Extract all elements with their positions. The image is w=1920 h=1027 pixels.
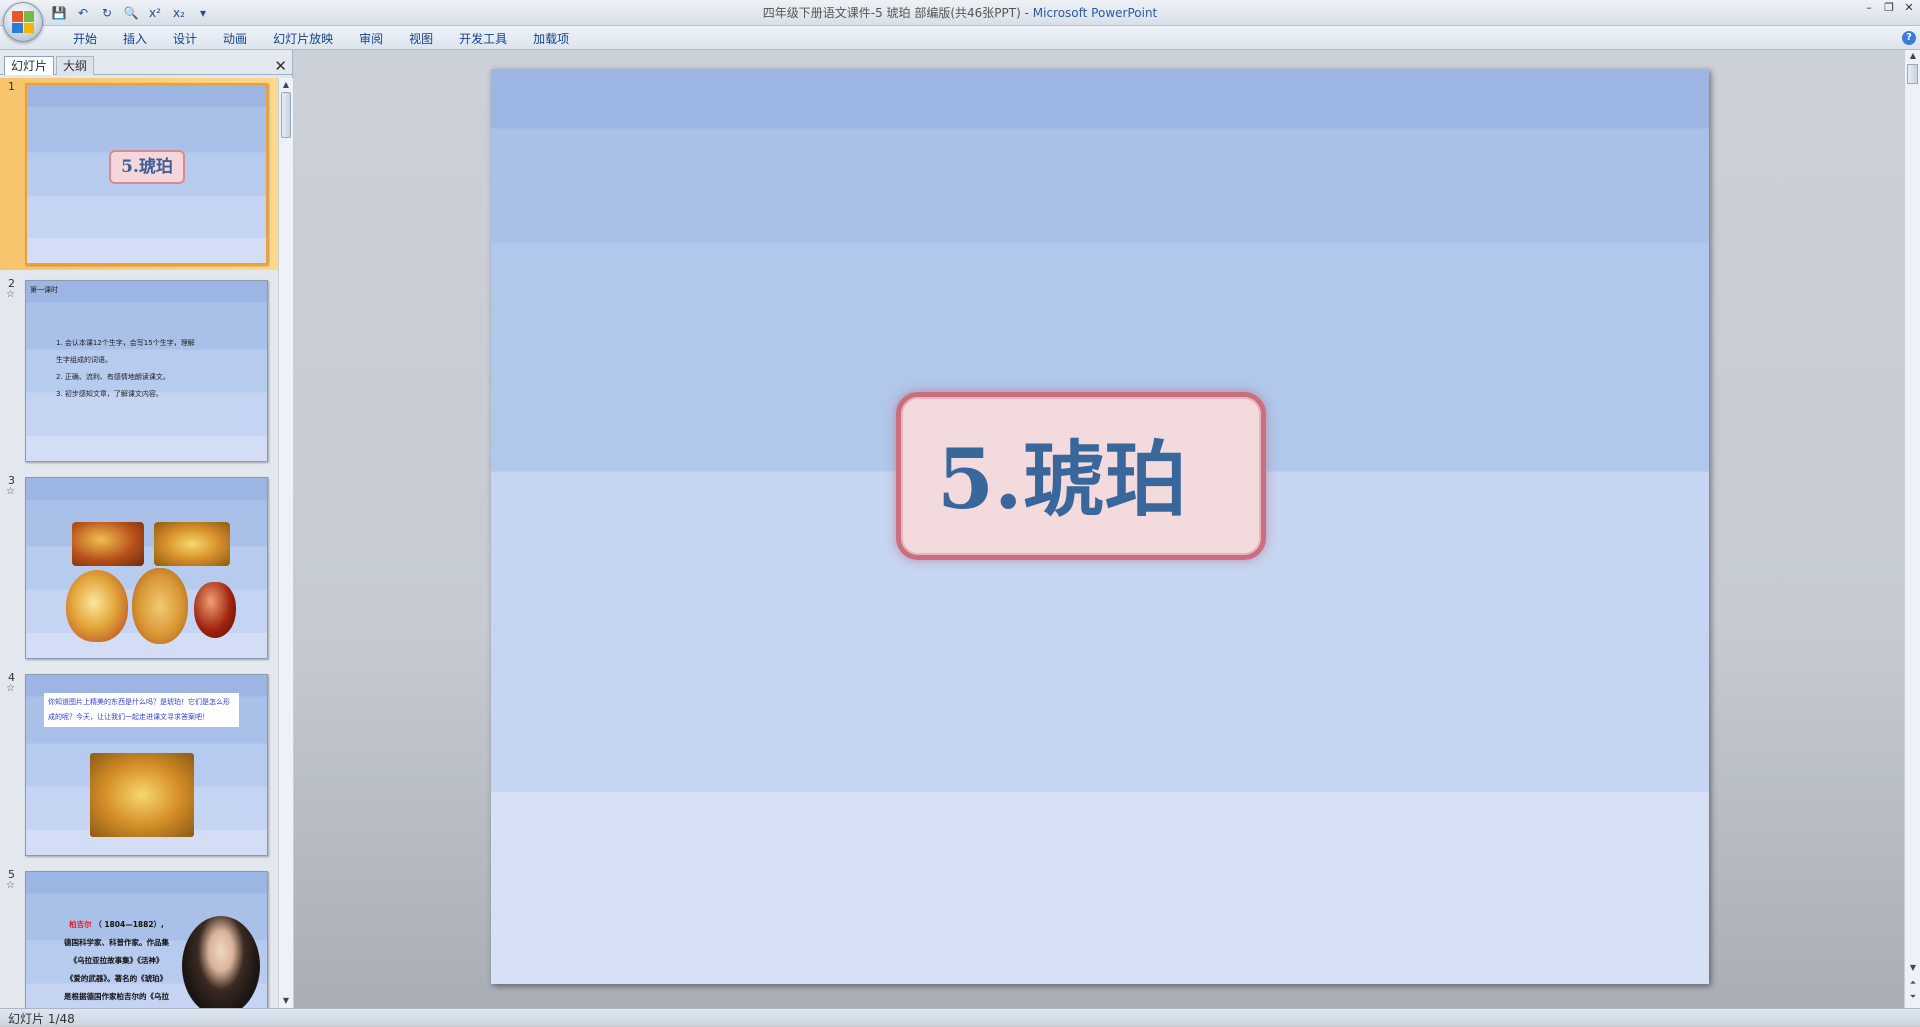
help-icon[interactable]: ? bbox=[1902, 31, 1916, 45]
close-icon[interactable]: ✕ bbox=[1900, 0, 1918, 14]
thumbnail-header: 第一课时 bbox=[30, 286, 58, 294]
thumbnail-title: 5.琥珀 bbox=[109, 150, 185, 184]
office-button[interactable] bbox=[3, 2, 43, 42]
thumbnail-list: 1 5.琥珀 2 ☆ 第一课时 1. 会认本课12个生字，会写15个生字，理解 … bbox=[0, 78, 278, 1008]
thumbnail-list-text: 1. 会认本课12个生字，会写15个生字，理解 生字组成的词语。 2. 正确、流… bbox=[56, 335, 256, 403]
scroll-down-icon[interactable]: ▼ bbox=[280, 995, 292, 1007]
slide-indicator: 幻灯片 1/48 bbox=[8, 1012, 75, 1026]
thumbnail-text: 你知道图片上精美的东西是什么吗？是琥珀！它们是怎么形成的呢？今天，让让我们一起走… bbox=[44, 693, 239, 727]
minimize-icon[interactable]: – bbox=[1860, 0, 1878, 14]
amber-image bbox=[90, 753, 194, 837]
app-name: Microsoft PowerPoint bbox=[1032, 6, 1158, 20]
office-logo-icon bbox=[12, 11, 34, 33]
close-icon[interactable]: ✕ bbox=[274, 57, 287, 75]
list-item: 2. 正确、流利、有感情地朗读课文。 bbox=[56, 373, 170, 381]
scroll-up-icon[interactable]: ▲ bbox=[1907, 51, 1919, 60]
tab-home[interactable]: 开始 bbox=[60, 30, 110, 48]
animation-star-icon: ☆ bbox=[6, 289, 15, 300]
bio-line: 德国科学家、科普作家。作品集 bbox=[64, 938, 169, 947]
slide-thumbnail[interactable]: 5.琥珀 bbox=[25, 83, 268, 265]
amber-image bbox=[132, 568, 188, 644]
author-name: 柏吉尔 bbox=[69, 920, 92, 929]
slide-number: 1 bbox=[8, 80, 15, 93]
amber-image bbox=[154, 522, 230, 566]
panel-scrollbar[interactable]: ▲ ▼ bbox=[278, 78, 293, 1008]
tab-insert[interactable]: 插入 bbox=[110, 30, 160, 48]
thumbnail-row[interactable]: 2 ☆ 第一课时 1. 会认本课12个生字，会写15个生字，理解 生字组成的词语… bbox=[0, 275, 278, 465]
animation-star-icon: ☆ bbox=[6, 880, 15, 891]
document-title: 四年级下册语文课件-5 琥珀 部编版(共46张PPT) bbox=[762, 6, 1021, 20]
title-separator: - bbox=[1020, 6, 1033, 20]
next-slide-icon[interactable]: ⏷ bbox=[1907, 992, 1919, 1002]
scroll-down-icon[interactable]: ▼ bbox=[1907, 963, 1919, 972]
thumbnail-text: 柏吉尔 （ 1804—1882）, 德国科学家、科普作家。作品集 《乌拉亚拉故事… bbox=[44, 916, 189, 1006]
list-item: 生字组成的词语。 bbox=[56, 356, 112, 364]
bio-line: 是根据德国作家柏吉尔的《乌拉 bbox=[64, 992, 169, 1001]
list-item: 3. 初步感知文章，了解课文内容。 bbox=[56, 390, 163, 398]
tab-view[interactable]: 视图 bbox=[396, 30, 446, 48]
slide-editor: 5.琥珀 bbox=[294, 50, 1904, 1008]
bio-line: 《爱的武器》。著名的《琥珀》 bbox=[65, 974, 168, 983]
slide-thumbnail[interactable] bbox=[25, 477, 268, 659]
scroll-thumb[interactable] bbox=[1907, 64, 1918, 84]
amber-image bbox=[72, 522, 144, 566]
slide-thumbnail[interactable]: 柏吉尔 （ 1804—1882）, 德国科学家、科普作家。作品集 《乌拉亚拉故事… bbox=[25, 871, 268, 1008]
tab-design[interactable]: 设计 bbox=[160, 30, 210, 48]
tab-developer[interactable]: 开发工具 bbox=[446, 30, 520, 48]
editor-scrollbar[interactable]: ▲ ▼ ⏶ ⏷ bbox=[1904, 50, 1920, 1008]
window-controls: – ❐ ✕ bbox=[1860, 0, 1918, 14]
author-line: 柏吉尔 （ 1804—1882）, bbox=[44, 916, 189, 934]
slide-thumbnail[interactable]: 第一课时 1. 会认本课12个生字，会写15个生字，理解 生字组成的词语。 2.… bbox=[25, 280, 268, 462]
tab-slides[interactable]: 幻灯片 bbox=[4, 56, 55, 75]
title-bar: 💾 ↶ ↻ 🔍 x² x₂ ▾ 四年级下册语文课件-5 琥珀 部编版(共46张P… bbox=[0, 0, 1920, 26]
amber-image bbox=[194, 582, 236, 638]
thumbnail-row[interactable]: 5 ☆ 柏吉尔 （ 1804—1882）, 德国科学家、科普作家。作品集 《乌拉… bbox=[0, 866, 278, 1008]
scroll-up-icon[interactable]: ▲ bbox=[280, 79, 292, 91]
window-title: 四年级下册语文课件-5 琥珀 部编版(共46张PPT) - Microsoft … bbox=[0, 4, 1920, 21]
scroll-thumb[interactable] bbox=[281, 92, 291, 138]
animation-star-icon: ☆ bbox=[6, 683, 15, 694]
thumbnail-row[interactable]: 1 5.琥珀 bbox=[0, 78, 278, 270]
ribbon-tabs: 开始 插入 设计 动画 幻灯片放映 审阅 视图 开发工具 加载项 bbox=[60, 30, 582, 48]
tab-addins[interactable]: 加载项 bbox=[520, 30, 582, 48]
ribbon: 开始 插入 设计 动画 幻灯片放映 审阅 视图 开发工具 加载项 ? bbox=[0, 26, 1920, 50]
bio-line: 《乌拉亚拉故事集》《活神》 bbox=[69, 956, 164, 965]
amber-image bbox=[66, 570, 128, 642]
author-years: （ 1804—1882）, bbox=[94, 920, 164, 929]
current-slide[interactable]: 5.琥珀 bbox=[491, 69, 1709, 984]
thumbnail-row[interactable]: 3 ☆ bbox=[0, 472, 278, 662]
tab-animations[interactable]: 动画 bbox=[210, 30, 260, 48]
list-item: 1. 会认本课12个生字，会写15个生字，理解 bbox=[56, 339, 195, 347]
status-bar: 幻灯片 1/48 bbox=[0, 1008, 1920, 1026]
thumbnail-row[interactable]: 4 ☆ 你知道图片上精美的东西是什么吗？是琥珀！它们是怎么形成的呢？今天，让让我… bbox=[0, 669, 278, 859]
restore-icon[interactable]: ❐ bbox=[1880, 0, 1898, 14]
slide-thumbnail[interactable]: 你知道图片上精美的东西是什么吗？是琥珀！它们是怎么形成的呢？今天，让让我们一起走… bbox=[25, 674, 268, 856]
panel-tabs: 幻灯片 大纲 ✕ bbox=[0, 53, 293, 75]
title-box[interactable]: 5.琥珀 bbox=[896, 392, 1266, 560]
animation-star-icon: ☆ bbox=[6, 486, 15, 497]
tab-slideshow[interactable]: 幻灯片放映 bbox=[260, 30, 346, 48]
slides-panel: 幻灯片 大纲 ✕ 1 5.琥珀 2 ☆ 第一课时 1. 会认本课12个生字，会写… bbox=[0, 50, 293, 1008]
author-portrait bbox=[182, 916, 260, 1008]
tab-outline[interactable]: 大纲 bbox=[56, 56, 95, 75]
previous-slide-icon[interactable]: ⏶ bbox=[1907, 978, 1919, 988]
slide-title: 5.琥珀 bbox=[937, 432, 1187, 528]
tab-review[interactable]: 审阅 bbox=[346, 30, 396, 48]
